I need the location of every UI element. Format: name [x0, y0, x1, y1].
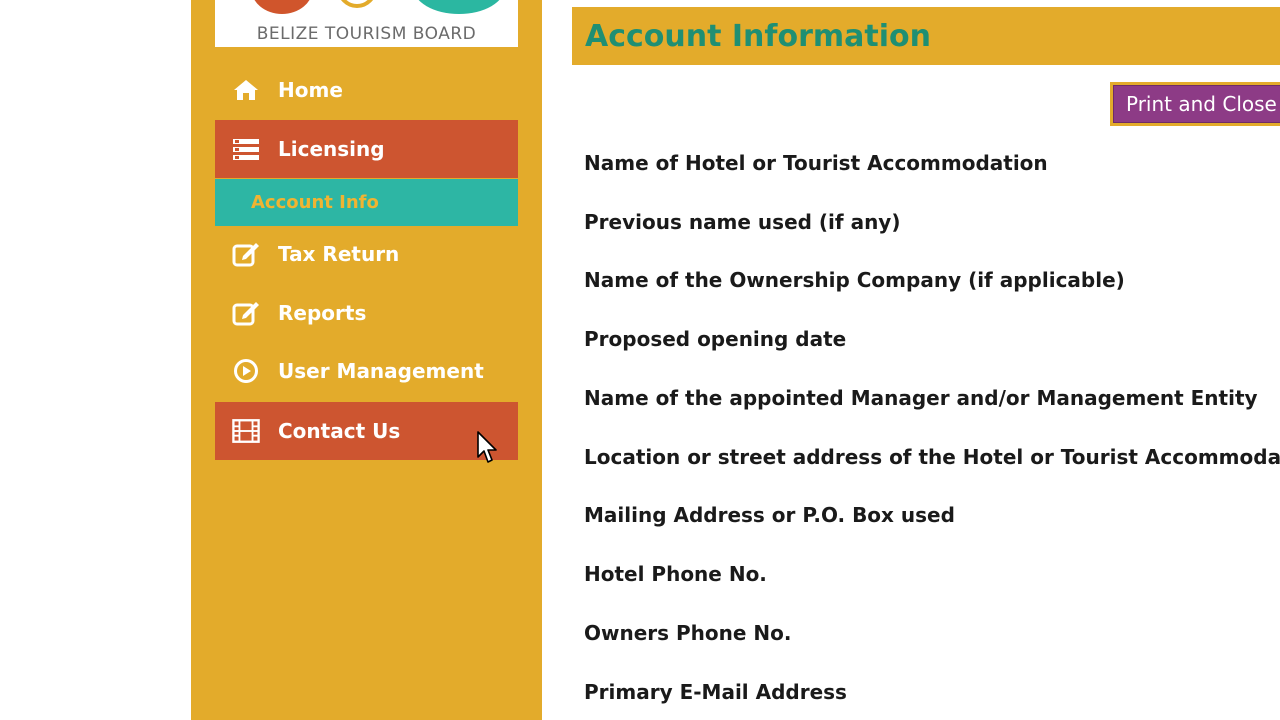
page-header: Account Information: [572, 7, 1280, 65]
sidebar-item-home[interactable]: Home: [215, 61, 518, 119]
field-label-owners-phone: Owners Phone No.: [584, 621, 792, 645]
page: BELIZE TOURISM BOARD Home Licensing Acco…: [0, 0, 1280, 720]
sidebar-item-label: User Management: [278, 359, 484, 383]
main-content: Account Information Print and Close Name…: [572, 0, 1280, 720]
page-title: Account Information: [585, 18, 931, 54]
sidebar-item-label: Contact Us: [278, 419, 401, 443]
sidebar-item-licensing[interactable]: Licensing: [215, 120, 518, 178]
print-and-close-button[interactable]: Print and Close: [1110, 82, 1280, 126]
print-and-close-label: Print and Close: [1113, 85, 1280, 123]
play-circle-icon: [232, 357, 260, 385]
edit-icon: [232, 299, 260, 327]
sidebar-item-label: Home: [278, 78, 343, 102]
edit-icon: [232, 240, 260, 268]
field-label-hotel-name: Name of Hotel or Tourist Accommodation: [584, 151, 1048, 175]
field-label-hotel-phone: Hotel Phone No.: [584, 562, 767, 586]
sidebar-subitem-label: Account Info: [251, 192, 379, 213]
sidebar-item-user-management[interactable]: User Management: [215, 342, 518, 400]
sidebar-item-label: Reports: [278, 301, 367, 325]
logo-shape-orange: [251, 0, 313, 14]
field-label-manager: Name of the appointed Manager and/or Man…: [584, 386, 1258, 410]
film-icon: [232, 417, 260, 445]
sidebar-item-contact-us[interactable]: Contact Us: [215, 402, 518, 460]
sidebar-item-label: Tax Return: [278, 242, 400, 266]
logo-text: BELIZE TOURISM BOARD: [256, 24, 477, 44]
sidebar-subitem-account-info[interactable]: Account Info: [215, 179, 518, 226]
logo-shape-teal: [413, 0, 505, 14]
field-label-email: Primary E-Mail Address: [584, 680, 847, 704]
sidebar: BELIZE TOURISM BOARD Home Licensing Acco…: [191, 0, 542, 720]
field-label-location: Location or street address of the Hotel …: [584, 445, 1280, 469]
sidebar-item-label: Licensing: [278, 137, 385, 161]
sidebar-item-reports[interactable]: Reports: [215, 284, 518, 342]
field-label-ownership-company: Name of the Ownership Company (if applic…: [584, 268, 1125, 292]
field-label-opening-date: Proposed opening date: [584, 327, 847, 351]
home-icon: [232, 76, 260, 104]
sidebar-item-tax-return[interactable]: Tax Return: [215, 225, 518, 283]
field-label-previous-name: Previous name used (if any): [584, 210, 901, 234]
logo[interactable]: BELIZE TOURISM BOARD: [215, 0, 518, 47]
field-label-mailing-address: Mailing Address or P.O. Box used: [584, 503, 955, 527]
logo-shape-ring: [337, 0, 377, 8]
mouse-cursor-icon: [477, 431, 497, 463]
list-icon: [232, 135, 260, 163]
